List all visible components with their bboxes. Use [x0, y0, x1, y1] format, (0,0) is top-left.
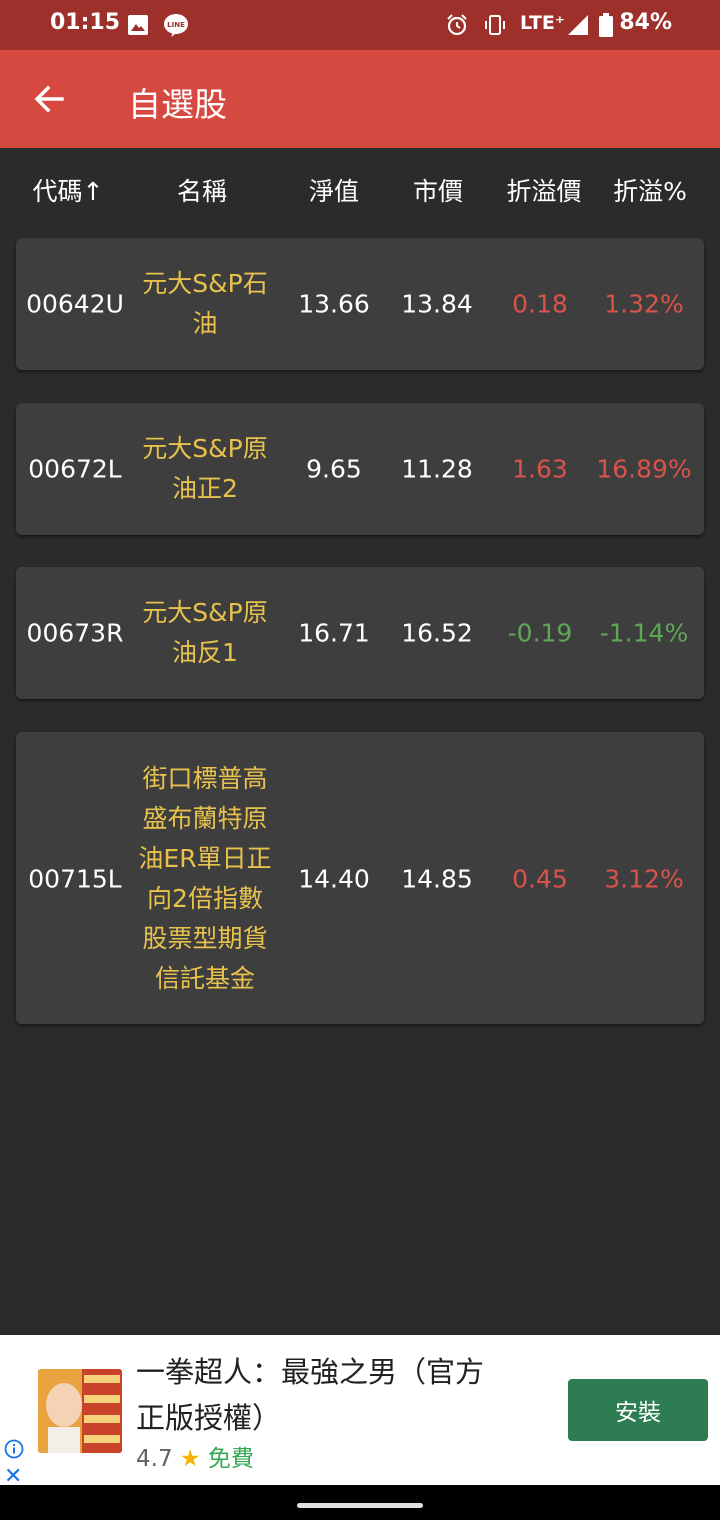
ad-title-line: 一拳超人：最強之男（官方 — [136, 1355, 485, 1389]
market-price: 16.52 — [401, 618, 473, 648]
ad-price: 免費 — [207, 1446, 254, 1472]
battery-level: 84% — [619, 10, 672, 35]
svg-text:LINE: LINE — [167, 21, 185, 29]
header-name[interactable]: 名稱 — [152, 172, 252, 208]
stock-name: 元大S&P原 油反1 — [131, 593, 279, 673]
premium-percent: 1.32% — [604, 289, 684, 319]
nav-value: 13.66 — [298, 289, 370, 319]
install-button[interactable]: 安裝 — [568, 1379, 708, 1441]
stock-name-line: 油正2 — [172, 474, 238, 503]
stock-name-line: 元大S&P石 — [142, 269, 268, 298]
alarm-icon — [447, 14, 467, 36]
status-bar: 01:15 LINE LTE⁺ 84% — [0, 0, 720, 50]
battery-icon — [599, 13, 613, 37]
stock-code: 00672L — [28, 454, 122, 484]
market-price: 13.84 — [401, 289, 473, 319]
header-code-sort[interactable]: 代碼↑ — [18, 172, 118, 208]
header-nav[interactable]: 淨值 — [284, 172, 384, 208]
nav-value: 9.65 — [306, 454, 362, 484]
status-time: 01:15 — [50, 10, 121, 35]
table-row[interactable]: 00715L 街口標普高 盛布蘭特原 油ER單日正 向2倍指數 股票型期貨 信託… — [16, 732, 704, 1024]
close-icon[interactable]: ✕ — [4, 1466, 22, 1488]
image-icon — [128, 15, 148, 35]
stock-name: 街口標普高 盛布蘭特原 油ER單日正 向2倍指數 股票型期貨 信託基金 — [131, 759, 279, 999]
nav-value: 14.40 — [298, 864, 370, 894]
network-type: LTE⁺ — [520, 12, 565, 34]
page-title: 自選股 — [128, 85, 227, 124]
one-punch-man-icon — [38, 1369, 122, 1453]
table-row[interactable]: 00642U 元大S&P石 油 13.66 13.84 0.18 1.32% — [16, 238, 704, 370]
stock-name: 元大S&P原 油正2 — [131, 429, 279, 509]
ad-rating-row: 4.7 ★ 免費 — [136, 1439, 254, 1473]
premium-value: 0.45 — [512, 864, 568, 894]
ad-rating: 4.7 — [136, 1446, 173, 1472]
line-icon: LINE — [164, 14, 188, 37]
stock-name-line: 向2倍指數 — [147, 884, 263, 913]
ad-title[interactable]: 一拳超人：最強之男（官方 正版授權） — [136, 1349, 546, 1441]
ad-banner[interactable]: 一拳超人：最強之男（官方 正版授權） 4.7 ★ 免費 安裝 ✕ — [0, 1335, 720, 1488]
stock-name-line: 元大S&P原 — [142, 598, 268, 627]
stock-name-line: 元大S&P原 — [142, 434, 268, 463]
app-bar: 自選股 — [0, 50, 720, 148]
premium-value: 1.63 — [512, 454, 568, 484]
premium-percent: 3.12% — [604, 864, 684, 894]
arrow-left-icon[interactable] — [24, 74, 74, 124]
home-gesture-handle[interactable] — [297, 1503, 423, 1508]
table-row[interactable]: 00673R 元大S&P原 油反1 16.71 16.52 -0.19 -1.1… — [16, 567, 704, 699]
stock-name-line: 信託基金 — [154, 964, 255, 993]
stock-name-line: 油 — [192, 309, 218, 338]
star-icon: ★ — [179, 1446, 201, 1472]
premium-percent: -1.14% — [599, 618, 689, 648]
app-icon[interactable] — [38, 1369, 122, 1453]
stock-code: 00673R — [26, 618, 124, 648]
stock-name-line: 盛布蘭特原 — [142, 804, 268, 833]
header-pct[interactable]: 折溢% — [600, 172, 700, 208]
market-price: 14.85 — [401, 864, 473, 894]
system-nav-bar — [0, 1485, 720, 1520]
signal-icon — [568, 15, 588, 35]
stock-name: 元大S&P石 油 — [131, 264, 279, 344]
ad-title-line: 正版授權） — [136, 1401, 282, 1435]
info-icon[interactable] — [4, 1439, 24, 1459]
premium-percent: 16.89% — [596, 454, 692, 484]
stock-name-line: 油反1 — [172, 638, 238, 667]
table-header: 代碼↑ 名稱 淨值 市價 折溢價 折溢% — [0, 148, 720, 230]
table-row[interactable]: 00672L 元大S&P原 油正2 9.65 11.28 1.63 16.89% — [16, 403, 704, 535]
premium-value: 0.18 — [512, 289, 568, 319]
stock-code: 00715L — [28, 864, 122, 894]
vibrate-icon — [485, 15, 505, 35]
market-price: 11.28 — [401, 454, 473, 484]
stock-name-line: 街口標普高 — [142, 764, 268, 793]
stock-name-line: 油ER單日正 — [138, 844, 272, 873]
header-price[interactable]: 市價 — [388, 172, 488, 208]
stock-code: 00642U — [26, 289, 124, 319]
nav-value: 16.71 — [298, 618, 370, 648]
stock-name-line: 股票型期貨 — [142, 924, 268, 953]
header-diff[interactable]: 折溢價 — [494, 172, 594, 208]
premium-value: -0.19 — [507, 618, 573, 648]
